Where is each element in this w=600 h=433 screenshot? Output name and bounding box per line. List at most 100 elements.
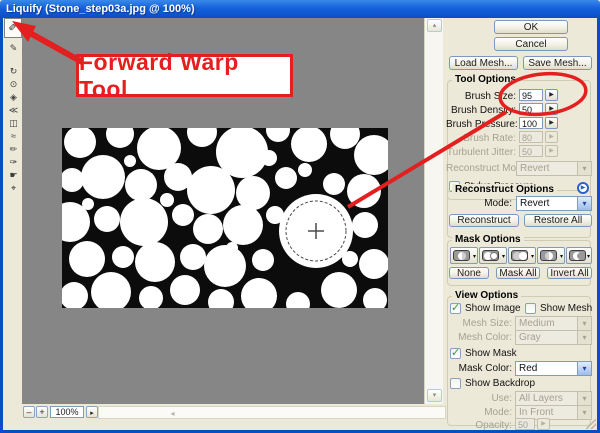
dropdown-arrow-icon: ▾ — [577, 317, 591, 330]
liquify-dialog: Liquify (Stone_step03a.jpg @ 100%) ✐ ✎ ↻… — [0, 0, 600, 433]
brush-size-slider-button[interactable]: ▶ — [545, 89, 558, 101]
mask-none-button[interactable]: None — [449, 267, 489, 279]
turbulence-icon: ≈ — [11, 131, 16, 141]
freeze-mask-icon: ✏ — [10, 144, 18, 154]
invert-selection-icon — [569, 250, 586, 261]
zoom-icon: ⌖ — [11, 183, 16, 193]
reconstruct-options-expand-button[interactable]: ▶ — [577, 182, 589, 194]
view-options-title: View Options — [452, 290, 521, 301]
show-image-checkbox[interactable] — [450, 303, 461, 314]
pucker-icon: ⊙ — [10, 79, 18, 89]
preview-image — [62, 128, 388, 308]
dropdown-arrow-icon: ▾ — [577, 406, 591, 419]
add-to-selection-icon — [482, 250, 499, 261]
thaw-mask-tool-button[interactable]: ✑ — [6, 156, 21, 168]
turbulent-jitter-field: 50 — [519, 145, 543, 157]
mask-icon-row: ▾ ▾ ▾ ▾ ▾ — [446, 247, 592, 265]
liquify-toolbar: ✐ ✎ ↻ ⊙ ◈ ≪ ◫ ≈ ✏ ✑ ☛ ⌖ — [3, 18, 22, 404]
save-mesh-button[interactable]: Save Mesh... — [523, 56, 592, 70]
brush-density-field[interactable]: 50 — [519, 103, 543, 115]
scroll-up-icon: ▴ — [433, 22, 437, 29]
turbulent-jitter-slider-button: ▶ — [545, 145, 558, 157]
reconstruct-mode-label: Reconstruct Mode: — [446, 163, 514, 174]
invert-all-button[interactable]: Invert All — [547, 267, 592, 279]
mask-add-to-selection-button[interactable]: ▾ — [479, 247, 507, 264]
brush-size-label: Brush Size: — [446, 91, 516, 102]
show-backdrop-checkbox[interactable] — [450, 378, 461, 389]
show-mesh-label: Show Mesh — [540, 303, 592, 314]
mask-intersect-with-selection-button[interactable]: ▾ — [537, 247, 565, 264]
zoom-tool-button[interactable]: ⌖ — [6, 182, 21, 194]
reconstruct-button[interactable]: Reconstruct — [449, 214, 519, 227]
twirl-clockwise-tool-button[interactable]: ↻ — [6, 65, 21, 77]
cancel-button[interactable]: Cancel — [494, 37, 568, 51]
zoom-level-value: 100% — [55, 407, 78, 417]
show-mask-label: Show Mask — [465, 348, 517, 359]
turbulent-jitter-label: Turbulent Jitter: — [446, 147, 516, 158]
brush-pressure-slider-button[interactable]: ▶ — [545, 117, 558, 129]
ok-button[interactable]: OK — [494, 20, 568, 34]
freeze-mask-tool-button[interactable]: ✏ — [6, 143, 21, 155]
mask-replace-selection-button[interactable]: ▾ — [450, 247, 478, 264]
zoom-out-button[interactable]: – — [23, 406, 35, 418]
vertical-scrollbar[interactable]: ▴ ▾ — [424, 18, 443, 404]
replace-selection-icon — [453, 250, 470, 261]
intersect-with-selection-icon — [540, 250, 557, 261]
title-bar[interactable]: Liquify (Stone_step03a.jpg @ 100%) — [0, 0, 600, 18]
options-panel: OK Cancel Load Mesh... Save Mesh... Tool… — [446, 18, 596, 430]
brush-size-field[interactable]: 95 — [519, 89, 543, 101]
reconstruct-tool-button[interactable]: ✎ — [6, 42, 21, 54]
resize-grip[interactable] — [586, 419, 596, 429]
zoom-popup-button[interactable]: ▸ — [86, 406, 98, 418]
mirror-tool-button[interactable]: ◫ — [6, 117, 21, 129]
plus-icon: + — [39, 407, 44, 417]
mask-options-title: Mask Options — [452, 234, 524, 245]
brush-rate-label: Brush Rate: — [446, 133, 516, 144]
pucker-tool-button[interactable]: ⊙ — [6, 78, 21, 90]
use-label: Use: — [446, 393, 512, 404]
subtract-from-selection-icon — [511, 250, 528, 261]
window-title: Liquify (Stone_step03a.jpg @ 100%) — [6, 3, 195, 15]
reconstruct-mode-dropdown: Revert▾ — [516, 161, 592, 176]
zoom-in-button[interactable]: + — [36, 406, 48, 418]
backdrop-mode-label: Mode: — [446, 407, 512, 418]
scroll-left-icon: ◂ — [167, 408, 178, 419]
mesh-color-dropdown: Gray▾ — [515, 330, 592, 345]
opacity-label: Opacity: — [446, 420, 512, 431]
reconstruct-mode2-dropdown[interactable]: Revert▾ — [516, 196, 592, 211]
play-icon: ▶ — [581, 185, 586, 191]
mask-invert-selection-button[interactable]: ▾ — [566, 247, 592, 264]
show-mesh-checkbox[interactable] — [525, 303, 536, 314]
brush-density-label: Brush Density: — [446, 105, 516, 116]
mask-color-label: Mask Color: — [446, 363, 512, 374]
show-image-label: Show Image — [465, 303, 521, 314]
dropdown-arrow-icon: ▾ — [577, 197, 591, 210]
restore-all-button[interactable]: Restore All — [524, 214, 592, 227]
forward-warp-tool-button[interactable]: ✐ — [4, 18, 22, 38]
load-mesh-button[interactable]: Load Mesh... — [449, 56, 518, 70]
mask-all-button[interactable]: Mask All — [496, 267, 540, 279]
twirl-icon: ↻ — [10, 66, 18, 76]
mask-subtract-from-selection-button[interactable]: ▾ — [508, 247, 536, 264]
mesh-size-label: Mesh Size: — [446, 318, 512, 329]
brush-pressure-field[interactable]: 100 — [519, 117, 543, 129]
brush-density-slider-button[interactable]: ▶ — [545, 103, 558, 115]
hand-icon: ☛ — [9, 170, 17, 180]
brush-rate-slider-button: ▶ — [545, 131, 558, 143]
hand-tool-button[interactable]: ☛ — [6, 169, 21, 181]
zoom-level-field[interactable]: 100% — [50, 406, 84, 418]
mirror-icon: ◫ — [9, 118, 18, 128]
show-mask-checkbox[interactable] — [450, 348, 461, 359]
push-left-tool-button[interactable]: ≪ — [6, 104, 21, 116]
scroll-down-button[interactable]: ▾ — [427, 389, 442, 402]
dropdown-arrow-icon: ▾ — [577, 362, 591, 375]
use-dropdown: All Layers▾ — [515, 391, 592, 406]
turbulence-tool-button[interactable]: ≈ — [6, 130, 21, 142]
mask-color-dropdown[interactable]: Red▾ — [515, 361, 592, 376]
scroll-up-button[interactable]: ▴ — [427, 19, 442, 32]
bloat-tool-button[interactable]: ◈ — [6, 91, 21, 103]
annotation-callout-box: Forward Warp Tool — [76, 54, 293, 97]
horizontal-scrollbar[interactable]: ◂ — [98, 406, 446, 419]
opacity-field: 50 — [515, 418, 535, 430]
dropdown-arrow-icon: ▾ — [577, 331, 591, 344]
